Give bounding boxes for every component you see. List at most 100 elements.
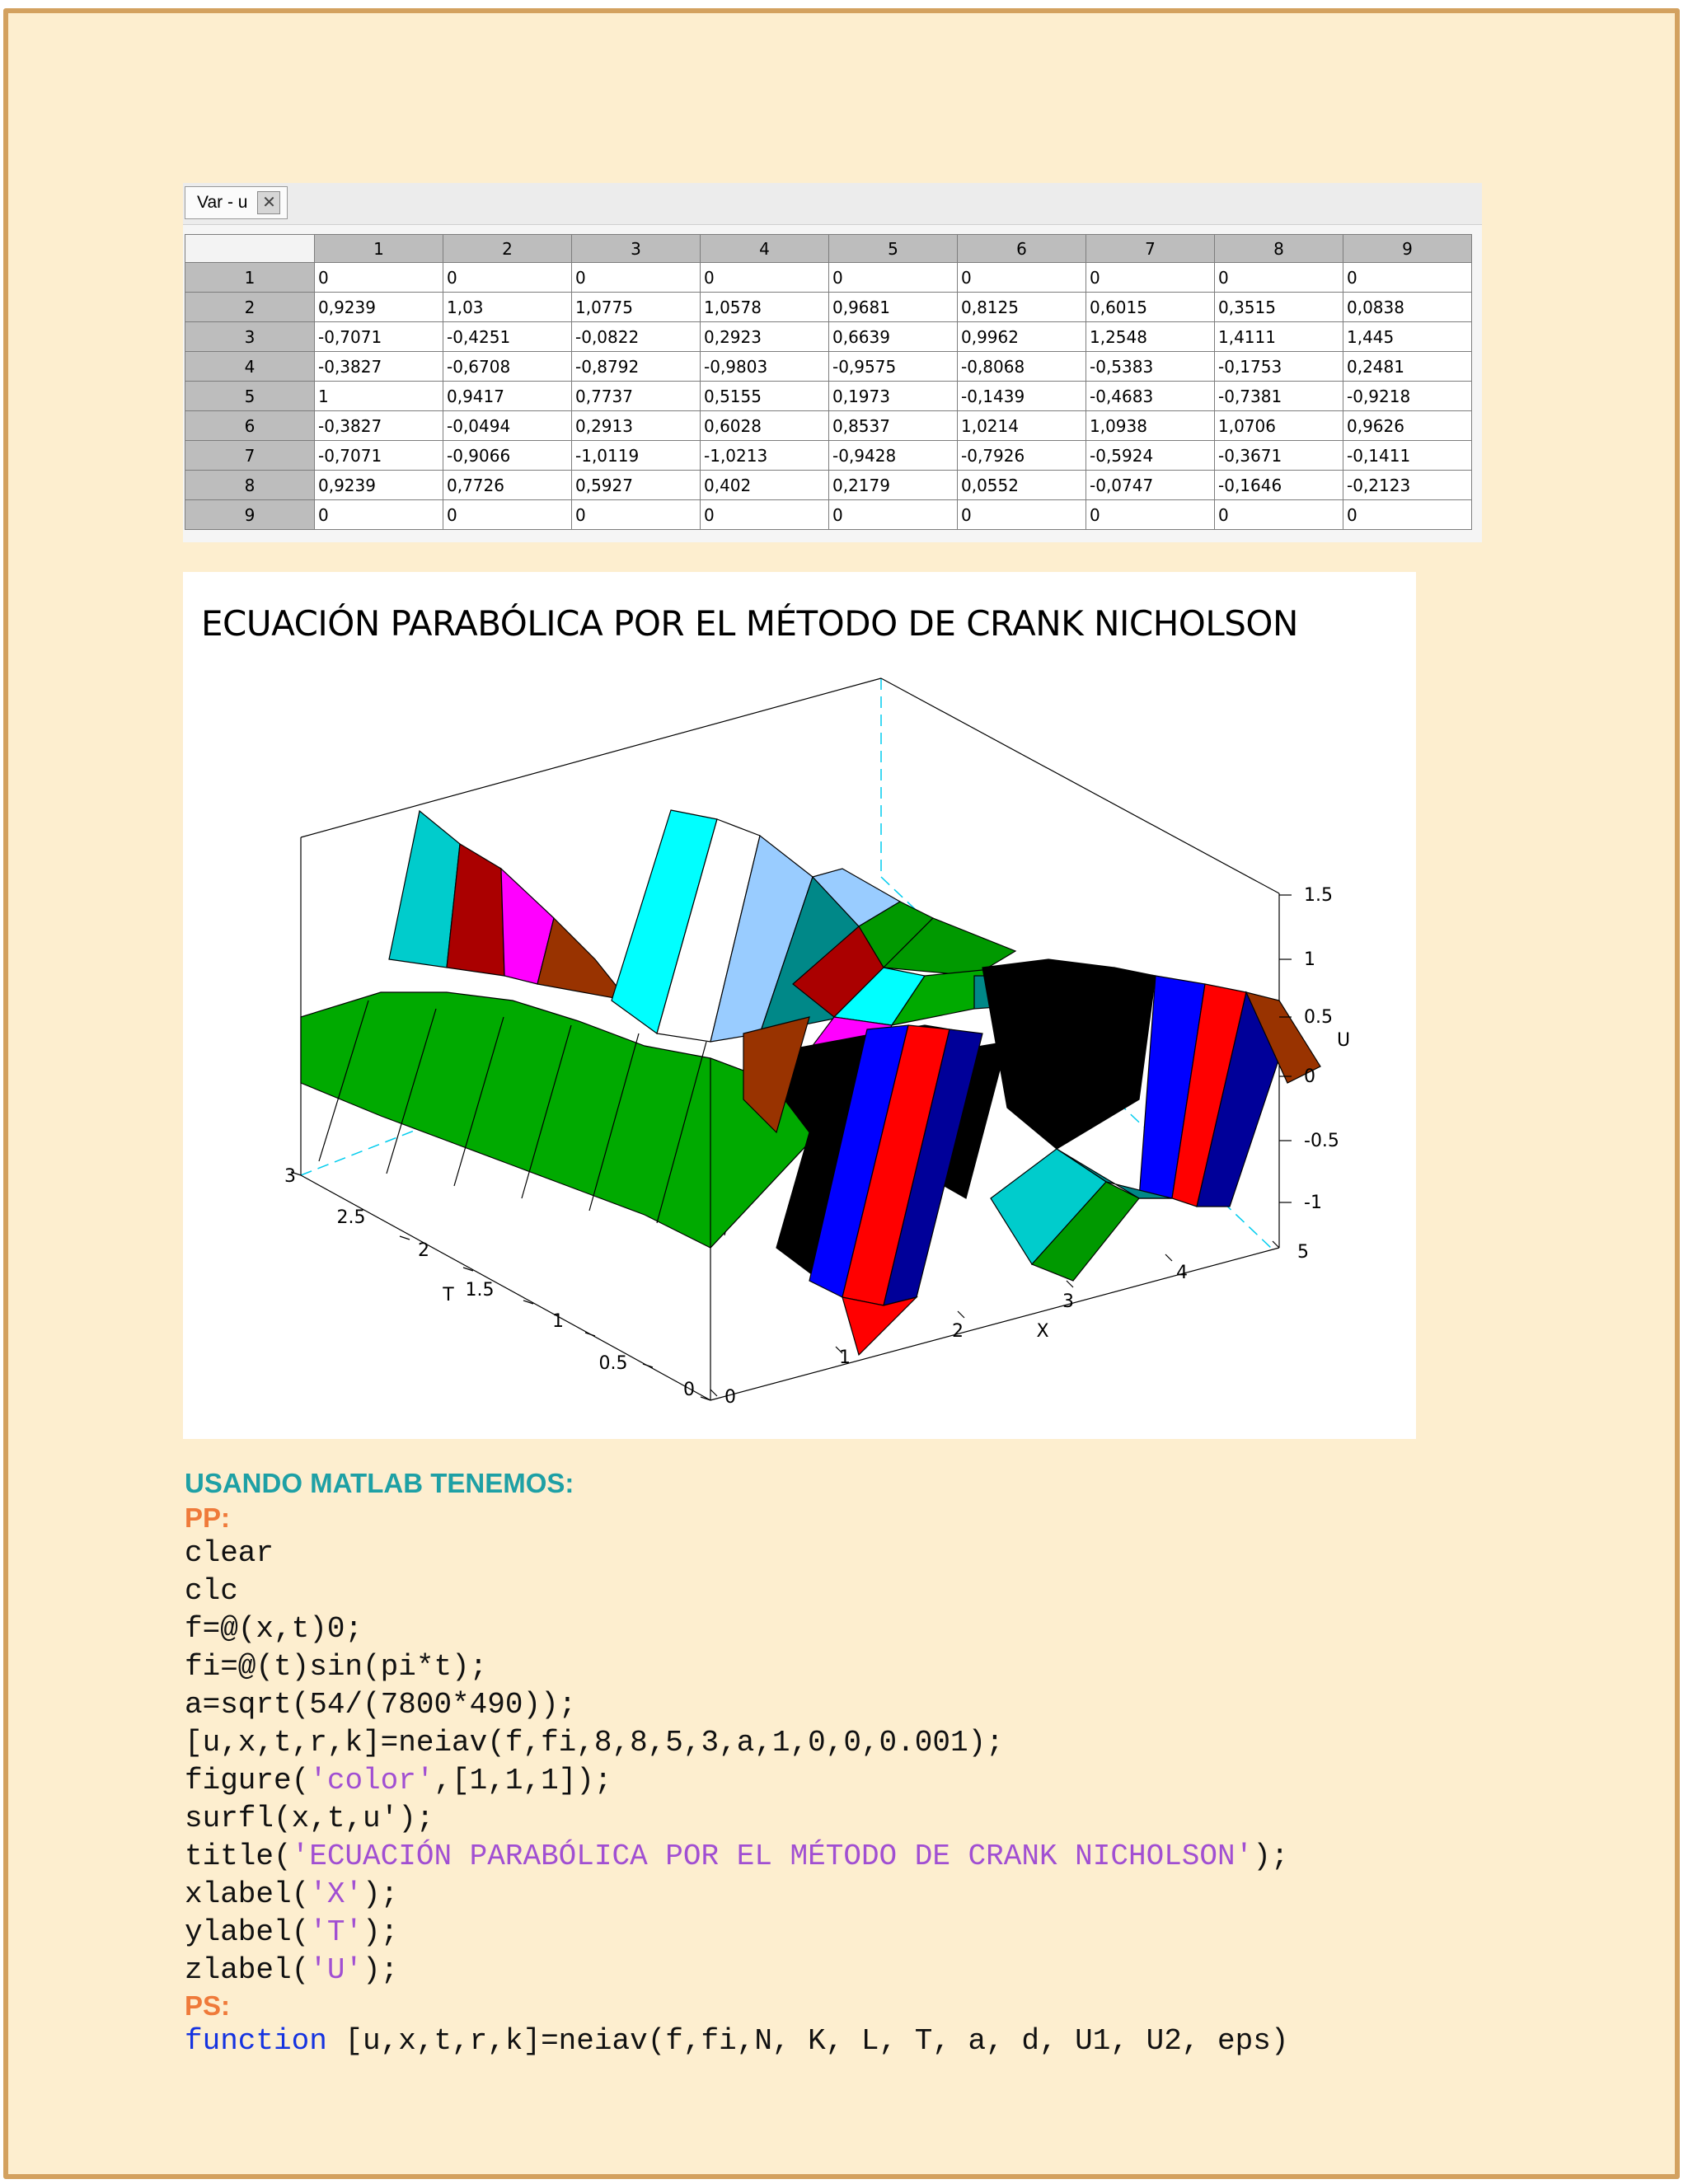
row-header[interactable]: 8: [185, 470, 315, 500]
row-header[interactable]: 7: [185, 440, 315, 471]
grid-cell[interactable]: -0,3671: [1214, 440, 1343, 471]
grid-cell[interactable]: 0,0552: [957, 470, 1086, 500]
row-header[interactable]: 5: [185, 381, 315, 411]
grid-cell[interactable]: -0,7381: [1214, 381, 1343, 411]
grid-cell[interactable]: 0,0838: [1343, 292, 1472, 322]
grid-cell[interactable]: -0,7071: [314, 321, 443, 352]
row-header[interactable]: 4: [185, 351, 315, 382]
grid-cell[interactable]: -0,3827: [314, 410, 443, 441]
grid-cell[interactable]: 1,445: [1343, 321, 1472, 352]
grid-cell[interactable]: 0: [443, 499, 572, 530]
grid-cell[interactable]: 1,0938: [1085, 410, 1215, 441]
grid-cell[interactable]: 0: [828, 262, 958, 293]
grid-cell[interactable]: 0,1973: [828, 381, 958, 411]
grid-cell[interactable]: 0,9681: [828, 292, 958, 322]
grid-cell[interactable]: -0,5924: [1085, 440, 1215, 471]
grid-cell[interactable]: 0: [571, 262, 701, 293]
grid-cell[interactable]: 0: [700, 262, 829, 293]
grid-cell[interactable]: -0,1411: [1343, 440, 1472, 471]
row-header[interactable]: 3: [185, 321, 315, 352]
grid-cell[interactable]: 0: [1343, 262, 1472, 293]
grid-cell[interactable]: 0: [443, 262, 572, 293]
grid-cell[interactable]: 0,2179: [828, 470, 958, 500]
grid-cell[interactable]: -0,8792: [571, 351, 701, 382]
grid-cell[interactable]: 0: [314, 499, 443, 530]
grid-cell[interactable]: -0,3827: [314, 351, 443, 382]
grid-cell[interactable]: 1: [314, 381, 443, 411]
grid-cell[interactable]: 0: [957, 262, 1086, 293]
column-header[interactable]: 2: [443, 234, 572, 263]
column-header[interactable]: 7: [1085, 234, 1215, 263]
grid-cell[interactable]: -0,5383: [1085, 351, 1215, 382]
grid-cell[interactable]: -0,7071: [314, 440, 443, 471]
grid-cell[interactable]: -1,0213: [700, 440, 829, 471]
column-header[interactable]: 5: [828, 234, 958, 263]
grid-cell[interactable]: 1,4111: [1214, 321, 1343, 352]
column-header[interactable]: 9: [1343, 234, 1472, 263]
grid-cell[interactable]: -0,1439: [957, 381, 1086, 411]
grid-cell[interactable]: -0,9803: [700, 351, 829, 382]
grid-cell[interactable]: -0,8068: [957, 351, 1086, 382]
variable-tab[interactable]: Var - u ✕: [185, 186, 288, 219]
grid-cell[interactable]: -0,1646: [1214, 470, 1343, 500]
grid-cell[interactable]: 0: [314, 262, 443, 293]
grid-cell[interactable]: -0,7926: [957, 440, 1086, 471]
grid-cell[interactable]: -0,9575: [828, 351, 958, 382]
grid-cell[interactable]: 1,0706: [1214, 410, 1343, 441]
grid-cell[interactable]: 0,2913: [571, 410, 701, 441]
column-header[interactable]: 4: [700, 234, 829, 263]
grid-cell[interactable]: 0,8537: [828, 410, 958, 441]
grid-cell[interactable]: -0,4251: [443, 321, 572, 352]
grid-cell[interactable]: 0: [1214, 262, 1343, 293]
grid-cell[interactable]: 0: [571, 499, 701, 530]
grid-cell[interactable]: -0,9066: [443, 440, 572, 471]
column-header[interactable]: 8: [1214, 234, 1343, 263]
grid-cell[interactable]: 0: [828, 499, 958, 530]
grid-cell[interactable]: 0,2481: [1343, 351, 1472, 382]
grid-cell[interactable]: 0,6028: [700, 410, 829, 441]
grid-cell[interactable]: 0: [700, 499, 829, 530]
grid-cell[interactable]: 1,03: [443, 292, 572, 322]
grid-cell[interactable]: 0,6015: [1085, 292, 1215, 322]
grid-cell[interactable]: 0: [1343, 499, 1472, 530]
grid-cell[interactable]: -0,2123: [1343, 470, 1472, 500]
grid-cell[interactable]: 0: [957, 499, 1086, 530]
grid-cell[interactable]: -1,0119: [571, 440, 701, 471]
grid-cell[interactable]: 0,9239: [314, 292, 443, 322]
grid-cell[interactable]: 1,2548: [1085, 321, 1215, 352]
grid-cell[interactable]: 0,6639: [828, 321, 958, 352]
row-header[interactable]: 9: [185, 499, 315, 530]
grid-cell[interactable]: 0,9962: [957, 321, 1086, 352]
grid-cell[interactable]: 0,9626: [1343, 410, 1472, 441]
row-header[interactable]: 2: [185, 292, 315, 322]
grid-cell[interactable]: 0,5155: [700, 381, 829, 411]
grid-cell[interactable]: 0,9417: [443, 381, 572, 411]
grid-cell[interactable]: -0,0747: [1085, 470, 1215, 500]
grid-cell[interactable]: 0,7737: [571, 381, 701, 411]
grid-cell[interactable]: -0,9428: [828, 440, 958, 471]
grid-corner-cell[interactable]: [185, 234, 315, 263]
row-header[interactable]: 1: [185, 262, 315, 293]
column-header[interactable]: 3: [571, 234, 701, 263]
grid-cell[interactable]: 1,0214: [957, 410, 1086, 441]
grid-cell[interactable]: 0,402: [700, 470, 829, 500]
row-header[interactable]: 6: [185, 410, 315, 441]
grid-cell[interactable]: 1,0775: [571, 292, 701, 322]
grid-cell[interactable]: 0,3515: [1214, 292, 1343, 322]
grid-cell[interactable]: -0,4683: [1085, 381, 1215, 411]
grid-cell[interactable]: 1,0578: [700, 292, 829, 322]
grid-cell[interactable]: 0,7726: [443, 470, 572, 500]
grid-cell[interactable]: -0,0822: [571, 321, 701, 352]
column-header[interactable]: 6: [957, 234, 1086, 263]
grid-cell[interactable]: 0,5927: [571, 470, 701, 500]
grid-cell[interactable]: 0: [1214, 499, 1343, 530]
grid-cell[interactable]: -0,9218: [1343, 381, 1472, 411]
column-header[interactable]: 1: [314, 234, 443, 263]
grid-cell[interactable]: -0,1753: [1214, 351, 1343, 382]
grid-cell[interactable]: 0: [1085, 262, 1215, 293]
grid-cell[interactable]: 0,8125: [957, 292, 1086, 322]
grid-cell[interactable]: 0,2923: [700, 321, 829, 352]
grid-cell[interactable]: 0,9239: [314, 470, 443, 500]
grid-cell[interactable]: -0,6708: [443, 351, 572, 382]
grid-cell[interactable]: 0: [1085, 499, 1215, 530]
